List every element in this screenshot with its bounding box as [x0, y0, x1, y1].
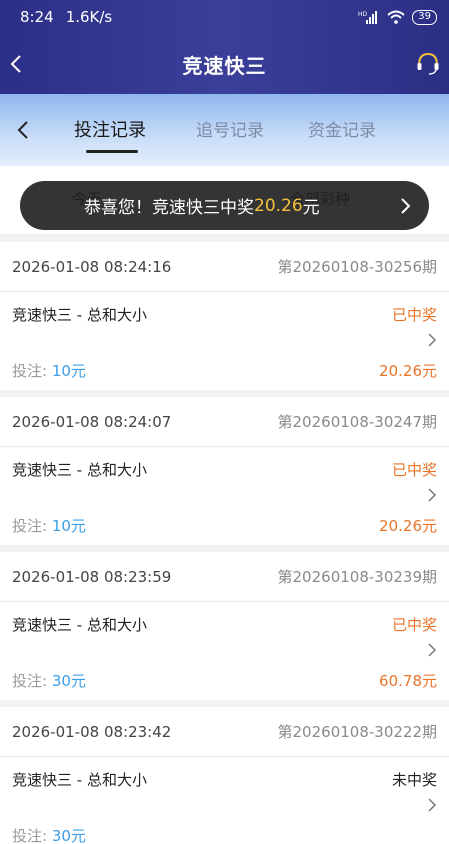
- record-game: 竞速快三 - 总和大小: [12, 616, 147, 634]
- bet-record-card[interactable]: 2026-01-08 08:24:07 第20260108-30247期 竞速快…: [0, 397, 449, 545]
- record-time: 2026-01-08 08:24:16: [12, 257, 172, 276]
- bet-label: 投注:: [12, 362, 48, 380]
- win-toast[interactable]: 恭喜您！竞速快三中奖 20.26 元: [20, 181, 429, 230]
- toast-prefix: 恭喜您！竞速快三中奖: [84, 198, 254, 218]
- status-bar: 8:24 1.6K/s HD 39: [0, 0, 449, 34]
- customer-service-icon[interactable]: [415, 51, 441, 77]
- bet-amount: 30元: [51, 672, 86, 690]
- bet-amount: 10元: [51, 362, 86, 380]
- wifi-icon: [387, 10, 405, 24]
- record-bet: 投注: 30元: [12, 825, 86, 844]
- hd-label: HD: [358, 11, 368, 18]
- back-icon[interactable]: [6, 50, 30, 78]
- record-status: 已中奖: [391, 461, 437, 479]
- bet-record-list: 2026-01-08 08:24:16 第20260108-30256期 竞速快…: [0, 242, 449, 844]
- page-title: 竞速快三: [182, 53, 267, 78]
- toast-amount: 20.26: [254, 195, 303, 216]
- bet-record-card[interactable]: 2026-01-08 08:24:16 第20260108-30256期 竞速快…: [0, 242, 449, 390]
- record-issue: 第20260108-30256期: [277, 258, 437, 276]
- signal-icon: HD: [358, 11, 378, 24]
- tab-chase-records[interactable]: 追号记录: [196, 116, 264, 146]
- record-prize: 20.26元: [379, 362, 437, 380]
- title-bar: 竞速快三: [0, 34, 449, 94]
- record-bet: 投注: 10元: [12, 360, 86, 381]
- status-time: 8:24: [20, 8, 54, 26]
- network-speed: 1.6K/s: [65, 8, 113, 26]
- battery-indicator: 39: [412, 9, 437, 25]
- record-bet: 投注: 10元: [12, 515, 86, 536]
- chevron-right-icon: [401, 197, 411, 214]
- tab-fund-records[interactable]: 资金记录: [308, 116, 376, 146]
- record-issue: 第20260108-30222期: [277, 723, 437, 741]
- active-tab-indicator: [86, 150, 138, 153]
- chevron-left-icon[interactable]: [14, 118, 34, 142]
- record-time: 2026-01-08 08:23:59: [12, 567, 172, 586]
- record-time: 2026-01-08 08:24:07: [12, 412, 172, 431]
- toast-suffix: 元: [302, 198, 320, 218]
- chevron-right-icon: [428, 333, 437, 347]
- chevron-right-icon: [428, 798, 437, 812]
- bet-record-card[interactable]: 2026-01-08 08:23:42 第20260108-30222期 竞速快…: [0, 707, 449, 844]
- record-bet: 投注: 30元: [12, 670, 86, 691]
- record-issue: 第20260108-30247期: [277, 413, 437, 431]
- record-status: 已中奖: [391, 306, 437, 324]
- bet-amount: 10元: [51, 517, 86, 535]
- bet-record-card[interactable]: 2026-01-08 08:23:59 第20260108-30239期 竞速快…: [0, 552, 449, 700]
- bet-label: 投注:: [12, 827, 48, 844]
- chevron-right-icon: [428, 643, 437, 657]
- record-game: 竞速快三 - 总和大小: [12, 461, 147, 479]
- tab-bet-records[interactable]: 投注记录: [74, 116, 146, 146]
- chevron-right-icon: [428, 488, 437, 502]
- tab-bar: 投注记录 追号记录 资金记录: [0, 94, 449, 166]
- record-game: 竞速快三 - 总和大小: [12, 771, 147, 789]
- bet-amount: 30元: [51, 827, 86, 844]
- record-prize: 20.26元: [379, 517, 437, 535]
- bet-label: 投注:: [12, 672, 48, 690]
- record-issue: 第20260108-30239期: [277, 568, 437, 586]
- record-status: 已中奖: [391, 616, 437, 634]
- record-game: 竞速快三 - 总和大小: [12, 306, 147, 324]
- bet-label: 投注:: [12, 517, 48, 535]
- record-time: 2026-01-08 08:23:42: [12, 722, 172, 741]
- record-status: 未中奖: [391, 771, 437, 789]
- record-prize: 60.78元: [379, 672, 437, 690]
